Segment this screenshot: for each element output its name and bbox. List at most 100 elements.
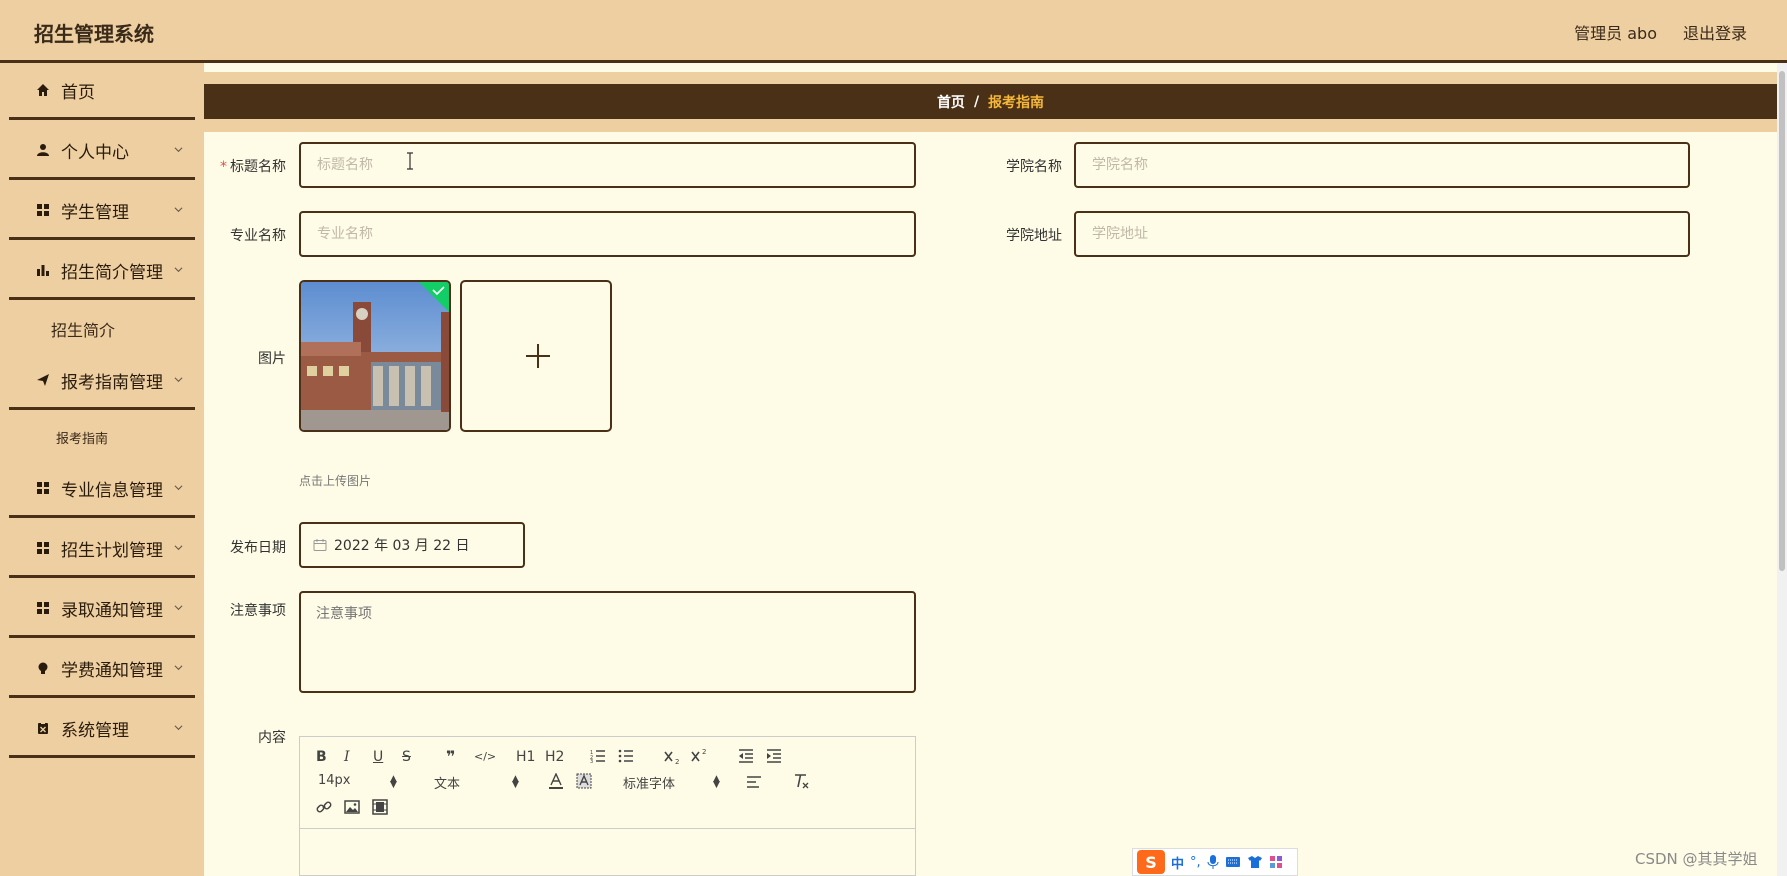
- video-icon[interactable]: [372, 799, 388, 815]
- chevron-down-icon: [174, 147, 183, 153]
- ime-mode[interactable]: 中: [1171, 853, 1184, 872]
- sidebar-item-label: 学生管理: [61, 202, 129, 223]
- grid-icon: [35, 540, 51, 556]
- publish-date-picker[interactable]: 2022 年 03 月 22 日: [299, 522, 525, 568]
- current-user[interactable]: 管理员 abo: [1574, 20, 1657, 44]
- sidebar-item-guide-management[interactable]: 报考指南管理: [9, 353, 195, 410]
- chevron-down-icon: [174, 267, 183, 273]
- sidebar-item-label: 专业信息管理: [61, 480, 163, 501]
- address-input[interactable]: [1074, 211, 1690, 257]
- sidebar-item-home[interactable]: 首页: [9, 63, 195, 120]
- h2-button[interactable]: H2: [545, 749, 564, 765]
- bar-chart-icon: [35, 262, 51, 278]
- ime-toolbar[interactable]: S 中 °,: [1132, 848, 1298, 876]
- header-actions: 管理员 abo 退出登录: [1574, 20, 1747, 44]
- uploaded-image-thumbnail[interactable]: [299, 280, 451, 432]
- notes-label: 注意事项: [230, 603, 286, 619]
- sidebar-item-intro-management[interactable]: 招生简介管理: [9, 243, 195, 300]
- bullet-list-icon[interactable]: [618, 749, 634, 763]
- page-scrollbar[interactable]: [1777, 63, 1787, 876]
- breadcrumb-current: 报考指南: [988, 94, 1045, 111]
- clipboard-icon: [35, 720, 51, 736]
- italic-button[interactable]: I: [344, 749, 350, 765]
- college-label: 学院名称: [1006, 159, 1062, 175]
- address-label: 学院地址: [1006, 228, 1062, 244]
- rich-text-editor: B I U S ❞ </> H1 H2 123 2 2 14px ▲ ▼ 文本 ▲ ▼ …: [299, 736, 916, 876]
- font-size-select[interactable]: 14px ▲ ▼: [318, 773, 400, 790]
- outdent-icon[interactable]: [738, 749, 754, 763]
- ordered-list-icon[interactable]: 123: [590, 749, 606, 763]
- watermark: CSDN @其其学姐: [1635, 850, 1758, 868]
- sidebar: 首页 个人中心 学生管理 招生简介管理 招生简介 报考指南管理 报考指南 专业信…: [0, 63, 204, 876]
- underline-button[interactable]: U: [373, 749, 383, 765]
- block-format-select[interactable]: 文本 ▲ ▼: [434, 773, 522, 792]
- sogou-logo-icon: S: [1137, 850, 1165, 874]
- sidebar-subitem-intro[interactable]: 招生简介: [0, 307, 204, 351]
- strike-button[interactable]: S: [402, 749, 411, 765]
- breadcrumb-home[interactable]: 首页: [937, 92, 965, 112]
- blockquote-button[interactable]: ❞: [446, 747, 455, 766]
- logout-button[interactable]: 退出登录: [1683, 20, 1747, 44]
- sidebar-item-label: 系统管理: [61, 720, 129, 741]
- chevron-down-icon: [174, 605, 183, 611]
- code-button[interactable]: </>: [474, 750, 496, 763]
- sidebar-item-system[interactable]: 系统管理: [9, 701, 195, 758]
- title-input[interactable]: [299, 142, 916, 188]
- required-mark: *: [220, 159, 227, 175]
- sidebar-item-label: 个人中心: [61, 142, 129, 163]
- sidebar-subitem-label: 招生简介: [51, 321, 116, 340]
- bold-button[interactable]: B: [316, 749, 327, 765]
- upload-tip: 点击上传图片: [299, 474, 372, 488]
- breadcrumb-bar: 首页 / 报考指南: [204, 72, 1777, 132]
- calendar-icon: [313, 539, 327, 551]
- content-label: 内容: [258, 730, 286, 746]
- svg-text:2: 2: [675, 758, 679, 765]
- sidebar-item-tuition-notice[interactable]: 学费通知管理: [9, 641, 195, 698]
- sidebar-item-label: 招生计划管理: [61, 540, 163, 561]
- sidebar-item-label: 学费通知管理: [61, 660, 163, 681]
- chevron-down-icon: [174, 725, 183, 731]
- punctuation-icon[interactable]: °,: [1190, 855, 1201, 870]
- grid-icon: [35, 480, 51, 496]
- sidebar-item-major-management[interactable]: 专业信息管理: [9, 461, 195, 518]
- keyboard-icon[interactable]: [1225, 856, 1241, 868]
- indent-icon[interactable]: [766, 749, 782, 763]
- major-label: 专业名称: [230, 228, 286, 244]
- h1-button[interactable]: H1: [516, 749, 535, 765]
- skin-icon[interactable]: [1247, 855, 1263, 869]
- apps-icon[interactable]: [1269, 855, 1283, 869]
- chevron-down-icon: [174, 207, 183, 213]
- sidebar-item-admission-notice[interactable]: 录取通知管理: [9, 581, 195, 638]
- superscript-icon[interactable]: 2: [691, 747, 709, 763]
- subscript-icon[interactable]: 2: [664, 749, 682, 765]
- link-icon[interactable]: [316, 799, 332, 815]
- svg-text:2: 2: [702, 748, 706, 756]
- sidebar-item-personal-center[interactable]: 个人中心: [9, 123, 195, 180]
- chevron-down-icon: [174, 377, 183, 383]
- font-color-icon[interactable]: [548, 773, 564, 789]
- title-label: * 标题名称: [220, 159, 286, 175]
- add-image-button[interactable]: [460, 280, 612, 432]
- background-color-icon[interactable]: [576, 773, 592, 789]
- grid-icon: [35, 600, 51, 616]
- sidebar-item-plan-management[interactable]: 招生计划管理: [9, 521, 195, 578]
- notes-textarea[interactable]: [299, 591, 916, 693]
- align-icon[interactable]: [746, 775, 762, 789]
- breadcrumb: 首页 / 报考指南: [204, 84, 1777, 119]
- clear-format-icon[interactable]: [792, 773, 810, 789]
- microphone-icon[interactable]: [1207, 854, 1219, 870]
- chevron-down-icon: [174, 485, 183, 491]
- chevron-down-icon: [174, 545, 183, 551]
- major-input[interactable]: [299, 211, 916, 257]
- scrollbar-thumb[interactable]: [1779, 71, 1785, 571]
- college-input[interactable]: [1074, 142, 1690, 188]
- paper-plane-icon: [35, 372, 51, 388]
- font-family-select[interactable]: 标准字体 ▲ ▼: [623, 773, 723, 792]
- sidebar-subitem-guide[interactable]: 报考指南: [0, 415, 204, 459]
- image-label: 图片: [258, 351, 286, 367]
- chevron-down-icon: [174, 665, 183, 671]
- sidebar-item-label: 报考指南管理: [61, 372, 163, 393]
- sidebar-item-students[interactable]: 学生管理: [9, 183, 195, 240]
- image-icon[interactable]: [344, 799, 360, 815]
- plus-icon: [526, 344, 550, 368]
